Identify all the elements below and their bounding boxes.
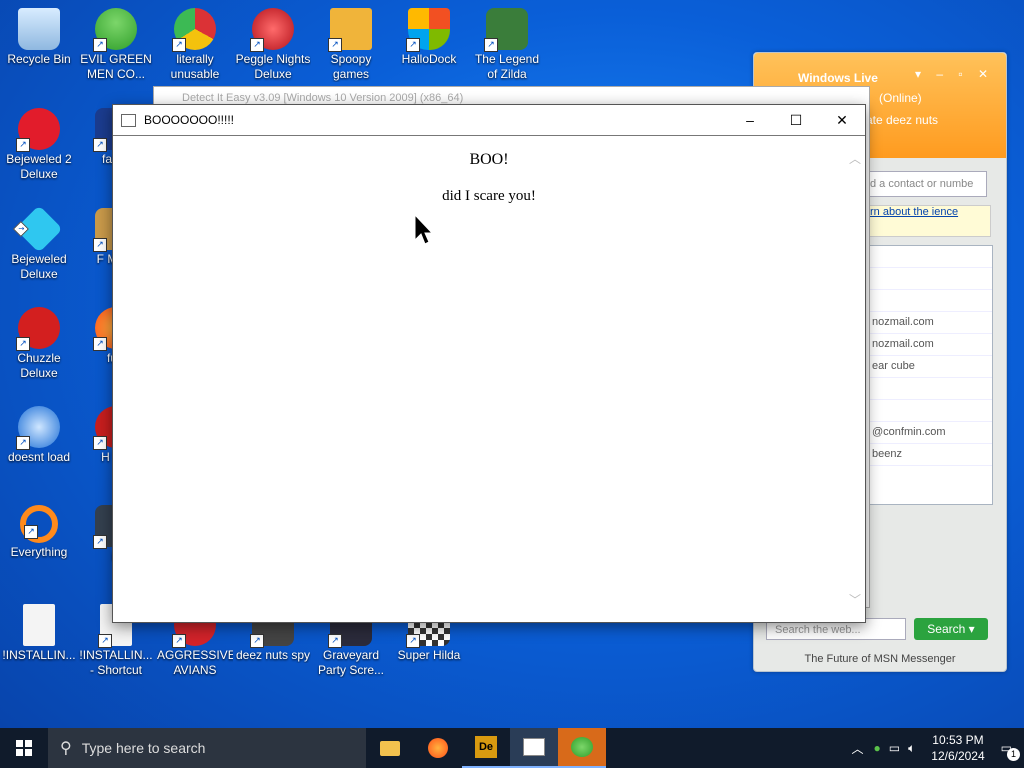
contact-item[interactable] xyxy=(870,246,992,268)
desktop-icon-thunderbird[interactable]: ↗ doesnt load xyxy=(1,398,77,465)
boo-titlebar[interactable]: BOOOOOOO!!!!! – ☐ ✕ xyxy=(113,105,865,136)
boo-window-title: BOOOOOOO!!!!! xyxy=(144,113,235,127)
desktop-icon-recycle-bin[interactable]: Recycle Bin xyxy=(1,0,77,67)
desktop-icon-spoopy-games[interactable]: ↗ Spoopy games xyxy=(313,0,389,82)
windows-logo-icon xyxy=(16,740,32,756)
msn-ad-link[interactable]: rn about the ience xyxy=(869,205,991,237)
folder-icon xyxy=(380,740,400,756)
desktop-icon-everything[interactable]: ↗ Everything xyxy=(1,497,77,560)
desktop-icon-chrome[interactable]: ↗ literally unusable xyxy=(157,0,233,82)
window-app-icon xyxy=(121,113,136,127)
taskbar-detect-it-easy[interactable]: De xyxy=(462,728,510,768)
shield-icon: ↗ xyxy=(406,8,450,52)
taskbar-firefox[interactable] xyxy=(414,728,462,768)
mouse-cursor-icon xyxy=(414,214,434,245)
close-button[interactable]: ✕ xyxy=(819,105,865,135)
desktop-icon-chuzzle[interactable]: ↗ Chuzzle Deluxe xyxy=(1,299,77,381)
msn-contact-list: nozmail.com nozmail.com ear cube @confmi… xyxy=(869,245,993,505)
clock-date: 12/6/2024 xyxy=(931,749,985,763)
detect-it-easy-icon: De xyxy=(475,736,497,758)
folder-icon: ↗ xyxy=(328,8,372,52)
boo-window[interactable]: BOOOOOOO!!!!! – ☐ ✕ BOO! did I scare you… xyxy=(112,104,866,623)
zilda-icon: ↗ xyxy=(484,8,528,52)
msn-tray-icon[interactable]: ● xyxy=(873,741,880,755)
contact-item[interactable] xyxy=(870,378,992,400)
desktop-icon-installing[interactable]: !INSTALLIN... xyxy=(1,596,77,663)
window-app-icon xyxy=(523,738,545,756)
firefox-icon xyxy=(428,738,448,758)
desktop-icon-peggle[interactable]: ↗ Peggle Nights Deluxe xyxy=(235,0,311,82)
contact-item[interactable]: nozmail.com xyxy=(870,334,992,356)
taskbar: ⚲ Type here to search De ︿ ● ▭ 🔈︎ 10:53 … xyxy=(0,728,1024,768)
msn-title: Windows Live xyxy=(798,71,878,85)
taskbar-search-placeholder: Type here to search xyxy=(81,740,206,756)
contact-item[interactable] xyxy=(870,268,992,290)
desktop-icon-bejeweled-2[interactable]: ↗ Bejeweled 2 Deluxe xyxy=(1,100,77,182)
contact-item[interactable]: @confmin.com xyxy=(870,422,992,444)
chrome-icon: ↗ xyxy=(172,8,216,52)
msn-contact-search[interactable]: d a contact or numbe xyxy=(869,171,987,197)
clock[interactable]: 10:53 PM 12/6/2024 xyxy=(931,732,984,764)
bejeweled2-icon: ↗ xyxy=(16,108,60,152)
peggle-icon: ↗ xyxy=(250,8,294,52)
search-icon: ↗ xyxy=(20,505,58,543)
vertical-scrollbar[interactable]: ︿ ﹀ xyxy=(845,136,865,622)
recycle-bin-icon xyxy=(18,8,60,50)
notification-count: 1 xyxy=(1007,748,1020,761)
clock-time: 10:53 PM xyxy=(932,733,984,747)
notification-icon[interactable]: ▭ 1 xyxy=(1001,741,1020,761)
taskbar-boo-window[interactable] xyxy=(510,728,558,768)
boo-message: did I scare you! xyxy=(442,188,536,204)
taskbar-search-box[interactable]: ⚲ Type here to search xyxy=(48,728,366,768)
desktop-icon-hallodock[interactable]: ↗ HalloDock xyxy=(391,0,467,67)
contact-item[interactable]: ear cube xyxy=(870,356,992,378)
msn-personal-message[interactable]: ate deez nuts xyxy=(866,113,938,127)
start-button[interactable] xyxy=(0,728,48,768)
system-tray: ︿ ● ▭ 🔈︎ 10:53 PM 12/6/2024 ▭ 1 xyxy=(845,732,1024,764)
msn-window-controls[interactable]: ▾ – ▫ ✕ xyxy=(915,67,994,81)
contact-item[interactable] xyxy=(870,400,992,422)
boo-heading: BOO! xyxy=(469,151,509,168)
boo-content: BOO! did I scare you! xyxy=(113,136,865,622)
volume-icon[interactable]: 🔈︎ xyxy=(908,741,915,756)
contact-item[interactable] xyxy=(870,290,992,312)
desktop-icon-legend-of-zilda[interactable]: ↗ The Legend of Zilda xyxy=(469,0,545,82)
chevron-up-icon[interactable]: ︿ xyxy=(851,740,863,757)
minimize-button[interactable]: – xyxy=(727,105,773,135)
taskbar-file-explorer[interactable] xyxy=(366,728,414,768)
msn-icon xyxy=(571,737,593,757)
scroll-up-icon[interactable]: ︿ xyxy=(849,150,861,167)
desktop-icon-bejeweled[interactable]: ↗ Bejeweled Deluxe xyxy=(1,200,77,282)
bejeweled-icon: ↗ xyxy=(12,205,63,253)
maximize-button[interactable]: ☐ xyxy=(773,105,819,135)
msn-search-button[interactable]: Search ▾ xyxy=(914,618,988,640)
msn-footer: The Future of MSN Messenger xyxy=(804,653,956,665)
network-icon[interactable]: ▭ xyxy=(889,741,900,755)
msn-icon: ↗ xyxy=(93,8,137,52)
contact-item[interactable]: beenz xyxy=(870,444,992,466)
thunderbird-icon: ↗ xyxy=(16,406,60,450)
scroll-down-icon[interactable]: ﹀ xyxy=(849,591,861,608)
desktop-icon-evil-green-men[interactable]: ↗ EVIL GREEN MEN CO... xyxy=(78,0,154,82)
msn-status[interactable]: (Online) xyxy=(879,91,922,105)
contact-item[interactable]: nozmail.com xyxy=(870,312,992,334)
search-icon: ⚲ xyxy=(60,740,72,757)
taskbar-msn[interactable] xyxy=(558,728,606,768)
document-icon xyxy=(23,604,55,646)
chuzzle-icon: ↗ xyxy=(16,307,60,351)
